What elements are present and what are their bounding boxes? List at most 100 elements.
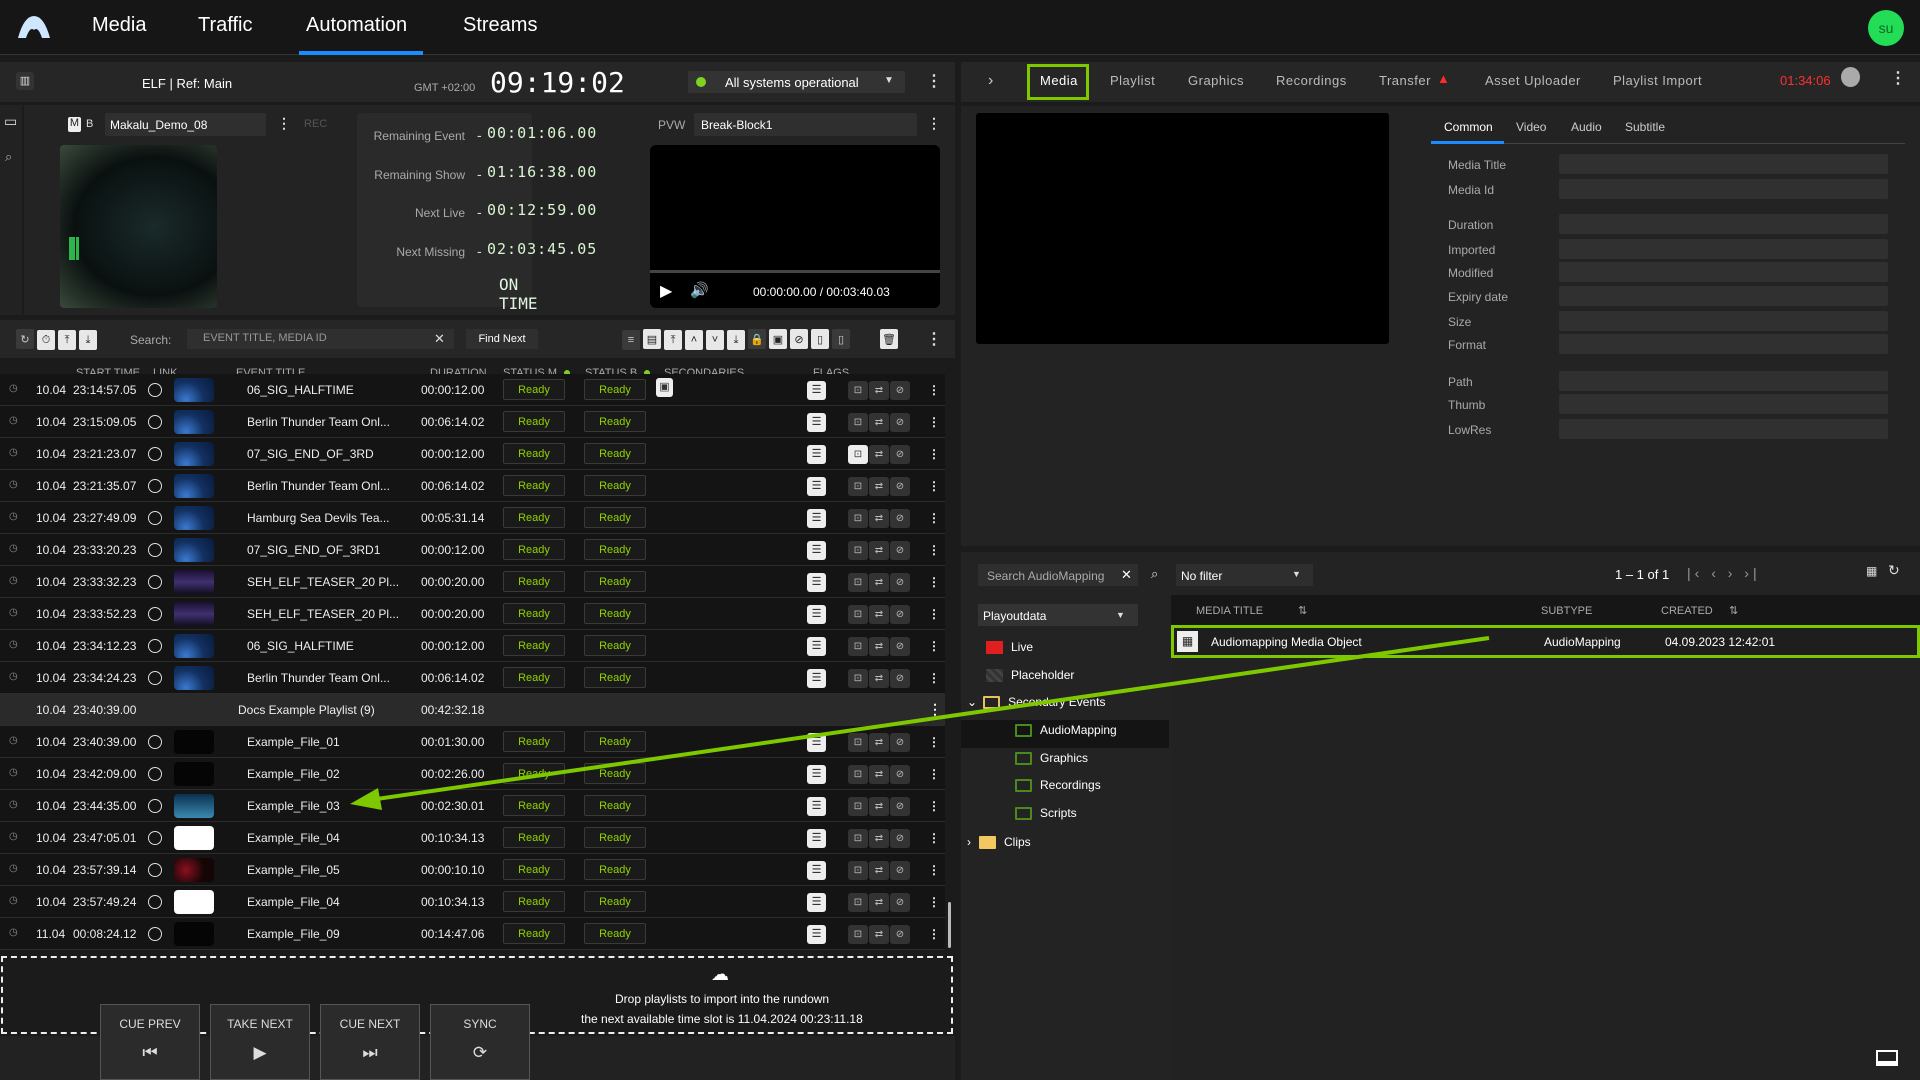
flag-notes-icon[interactable]: ☰	[807, 413, 826, 432]
user-icon[interactable]	[1841, 67, 1860, 87]
table-row[interactable]: ◷ 10.04 23:14:57.05 06_SIG_HALFTIME 00:0…	[0, 374, 945, 406]
link-node-icon[interactable]	[148, 895, 162, 909]
refresh-icon[interactable]: ↻	[1888, 562, 1900, 579]
cue-next-button[interactable]: CUE NEXT ⏭	[320, 1004, 420, 1080]
nav-tab-media[interactable]: Media	[92, 14, 146, 37]
tree-item-live[interactable]: Live	[986, 640, 1033, 655]
table-row[interactable]: ◷ 11.04 00:08:24.12 Example_File_09 00:1…	[0, 918, 945, 950]
row-menu-icon[interactable]: ⋮	[928, 671, 940, 685]
table-row[interactable]: ◷ 10.04 23:21:35.07 Berlin Thunder Team …	[0, 470, 945, 502]
flag-split-icon[interactable]: ⇄	[869, 637, 889, 656]
card-icon[interactable]: ▣	[769, 329, 787, 349]
flag-split-icon[interactable]: ⇄	[869, 541, 889, 560]
link-node-icon[interactable]	[148, 639, 162, 653]
row-menu-icon[interactable]: ⋮	[928, 735, 940, 749]
flag-loop-icon[interactable]: ⊡	[848, 861, 868, 880]
link-node-icon[interactable]	[148, 863, 162, 877]
flag-loop-icon[interactable]: ⊡	[848, 573, 868, 592]
link-node-icon[interactable]	[148, 415, 162, 429]
flag-loop-icon[interactable]: ⊡	[848, 733, 868, 752]
tab-asset-uploader[interactable]: Asset Uploader	[1485, 73, 1581, 88]
mode-b-toggle[interactable]: B	[86, 118, 93, 130]
flag-loop-icon[interactable]: ⊡	[848, 637, 868, 656]
tab-playlist[interactable]: Playlist	[1110, 73, 1155, 88]
table-row[interactable]: ◷ 10.04 23:57:49.24 Example_File_04 00:1…	[0, 886, 945, 918]
flag-no-image-icon[interactable]: ⊘	[890, 829, 910, 848]
flag-split-icon[interactable]: ⇄	[869, 509, 889, 528]
grid-view-icon[interactable]: ▦	[1866, 564, 1877, 578]
lock-icon[interactable]: 🔒	[748, 329, 766, 349]
flag-notes-icon[interactable]: ☰	[807, 925, 826, 944]
tree-item-recordings[interactable]: Recordings	[1015, 778, 1101, 793]
flag-loop-icon[interactable]: ⊡	[848, 797, 868, 816]
table-row[interactable]: ◷ 10.04 23:27:49.09 Hamburg Sea Devils T…	[0, 502, 945, 534]
table-scrollbar[interactable]	[948, 902, 951, 948]
table-row[interactable]: ◷ 10.04 23:33:32.23 SEH_ELF_TEASER_20 Pl…	[0, 566, 945, 598]
field-input[interactable]	[1559, 262, 1888, 282]
link-node-icon[interactable]	[148, 607, 162, 621]
secondary-image-icon[interactable]: ▣	[656, 378, 673, 397]
sort-icon[interactable]: ⇅	[1298, 604, 1307, 617]
tree-item-scripts[interactable]: Scripts	[1015, 806, 1077, 821]
flag-split-icon[interactable]: ⇄	[869, 861, 889, 880]
link-node-icon[interactable]	[148, 927, 162, 941]
table-row[interactable]: ◷ 10.04 23:21:23.07 07_SIG_END_OF_3RD 00…	[0, 438, 945, 470]
link-node-icon[interactable]	[148, 671, 162, 685]
system-status-dropdown[interactable]: All systems operational ▼	[688, 71, 905, 93]
flag-notes-icon[interactable]: ☰	[807, 733, 826, 752]
link-node-icon[interactable]	[148, 767, 162, 781]
table-row[interactable]: ◷ 10.04 23:15:09.05 Berlin Thunder Team …	[0, 406, 945, 438]
tab-graphics[interactable]: Graphics	[1188, 73, 1244, 88]
tree-item-placeholder[interactable]: Placeholder	[986, 668, 1074, 683]
field-input[interactable]	[1559, 311, 1888, 331]
table-row[interactable]: ◷ 10.04 23:44:35.00 Example_File_03 00:0…	[0, 790, 945, 822]
nav-tab-automation[interactable]: Automation	[306, 14, 407, 37]
sort-icon[interactable]: ⇅	[1729, 604, 1738, 617]
flag-no-image-icon[interactable]: ⊘	[890, 605, 910, 624]
filter-dropdown[interactable]: No filter ▼	[1176, 564, 1313, 586]
row-menu-icon[interactable]: ⋮	[928, 831, 940, 845]
flag-loop-icon[interactable]: ⊡	[848, 605, 868, 624]
flag-split-icon[interactable]: ⇄	[869, 605, 889, 624]
field-input[interactable]	[1559, 334, 1888, 354]
sync-button[interactable]: SYNC ⟳	[430, 1004, 530, 1080]
keyboard-icon[interactable]	[1876, 1050, 1898, 1066]
flag-split-icon[interactable]: ⇄	[869, 477, 889, 496]
flag-no-image-icon[interactable]: ⊘	[890, 861, 910, 880]
no-device-icon[interactable]: ▯	[832, 329, 850, 349]
search-input[interactable]: EVENT TITLE, MEDIA ID ✕	[187, 329, 454, 349]
col-created[interactable]: CREATED	[1661, 605, 1713, 617]
play-icon[interactable]: ▶	[660, 281, 672, 301]
move-top-icon[interactable]: ⤒	[664, 330, 682, 350]
playlist-group-row[interactable]: 10.04 23:40:39.00 Docs Example Playlist …	[0, 694, 945, 726]
clear-icon[interactable]: ✕	[434, 331, 445, 347]
align-top-icon[interactable]: ⤒	[58, 330, 76, 350]
tree-item-graphics[interactable]: Graphics	[1015, 751, 1088, 766]
tab-video[interactable]: Video	[1516, 120, 1546, 134]
flag-notes-icon[interactable]: ☰	[807, 637, 826, 656]
flag-notes-icon[interactable]: ☰	[807, 829, 826, 848]
row-menu-icon[interactable]: ⋮	[928, 575, 940, 589]
row-menu-icon[interactable]: ⋮	[928, 767, 940, 781]
flag-split-icon[interactable]: ⇄	[869, 829, 889, 848]
tab-transfer[interactable]: Transfer	[1379, 73, 1431, 88]
flag-loop-icon[interactable]: ⊡	[848, 477, 868, 496]
chevron-right-icon[interactable]: ›	[988, 72, 993, 90]
flag-split-icon[interactable]: ⇄	[869, 413, 889, 432]
table-row[interactable]: ◷ 10.04 23:57:39.14 Example_File_05 00:0…	[0, 854, 945, 886]
flag-notes-icon[interactable]: ☰	[807, 541, 826, 560]
row-menu-icon[interactable]: ⋮	[928, 511, 940, 525]
row-menu-icon[interactable]: ⋮	[928, 383, 940, 397]
panel-toggle-icon[interactable]: ▥	[16, 72, 34, 90]
nav-tab-traffic[interactable]: Traffic	[198, 14, 252, 37]
browser-search-input[interactable]: Search AudioMapping ✕	[978, 564, 1138, 586]
flag-split-icon[interactable]: ⇄	[869, 797, 889, 816]
flag-no-image-icon[interactable]: ⊘	[890, 477, 910, 496]
tab-playlist-import[interactable]: Playlist Import	[1613, 73, 1702, 88]
search-icon[interactable]: ⌕	[5, 149, 12, 165]
row-menu-icon[interactable]: ⋮	[928, 799, 940, 813]
link-node-icon[interactable]	[148, 799, 162, 813]
flag-split-icon[interactable]: ⇄	[869, 445, 889, 464]
flag-no-image-icon[interactable]: ⊘	[890, 669, 910, 688]
field-input[interactable]	[1559, 419, 1888, 439]
